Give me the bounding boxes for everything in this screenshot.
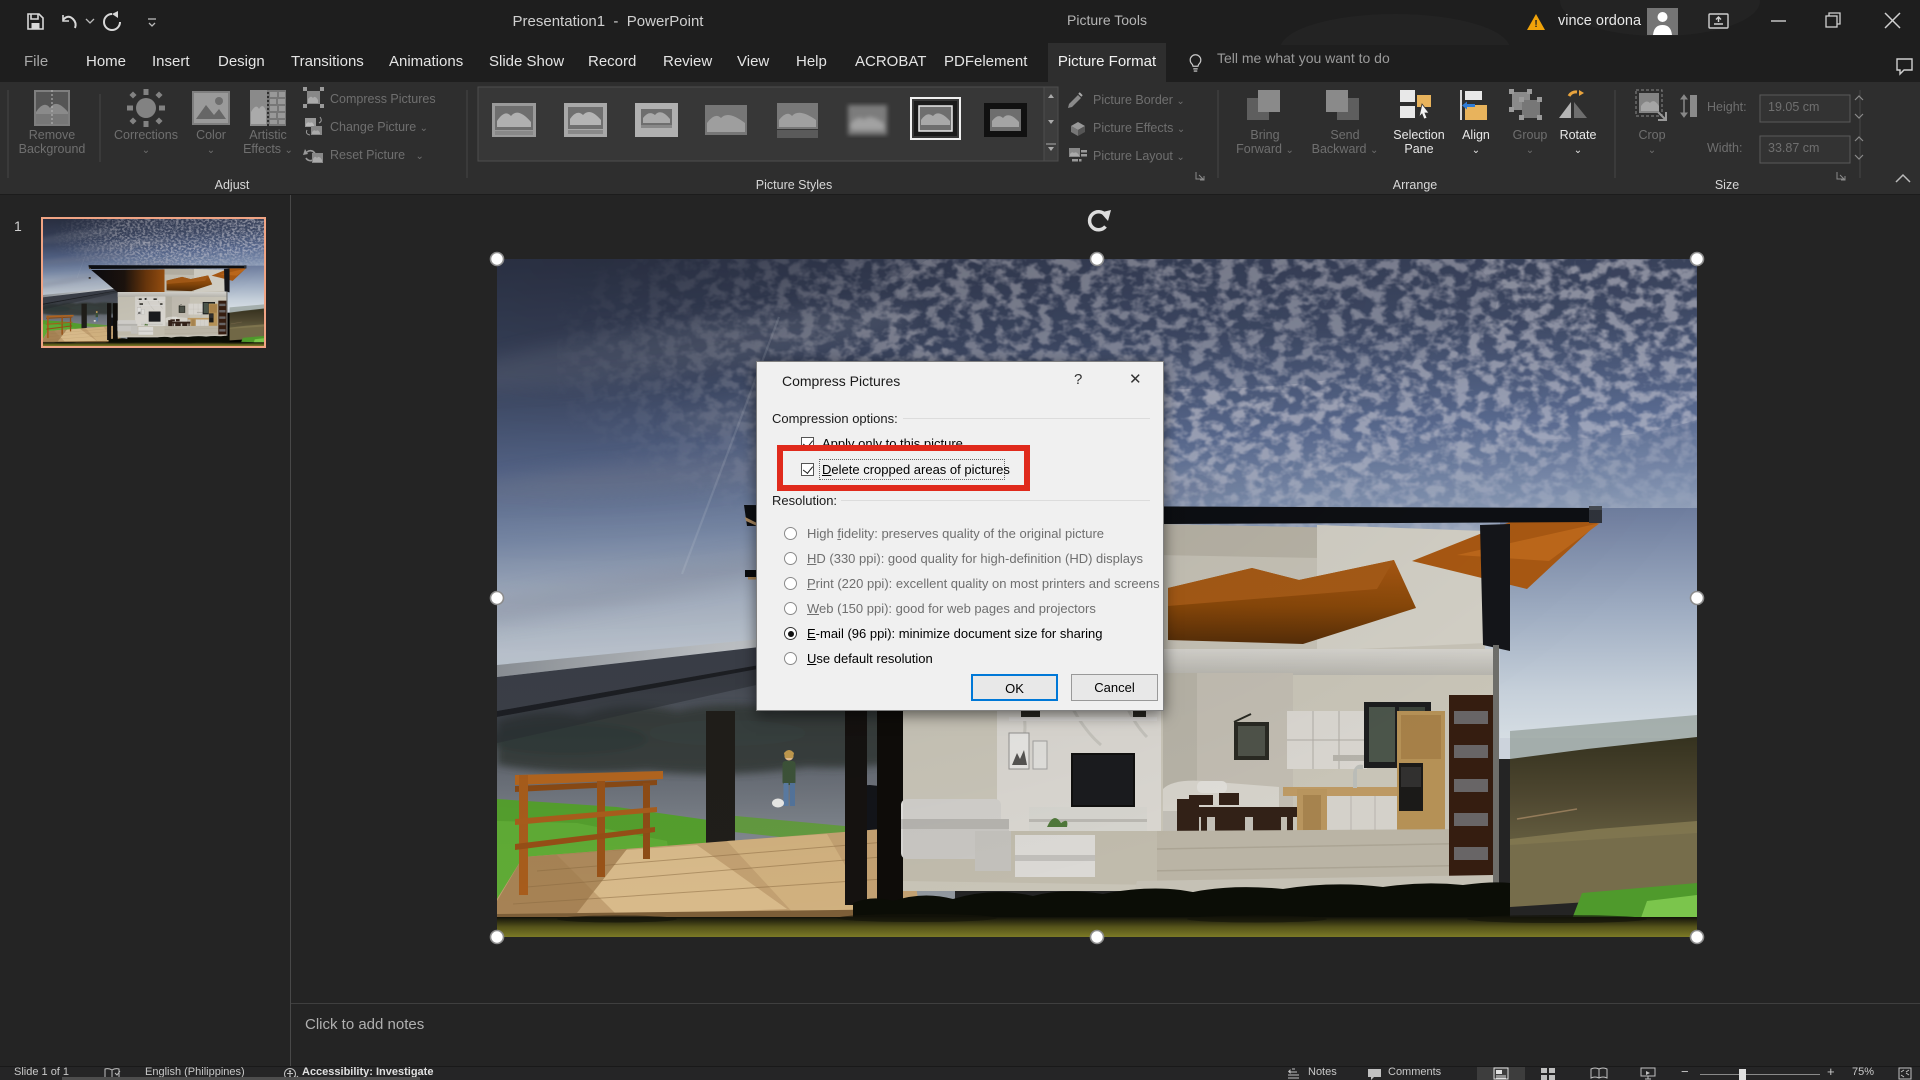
svg-text:!: !	[1534, 19, 1537, 30]
